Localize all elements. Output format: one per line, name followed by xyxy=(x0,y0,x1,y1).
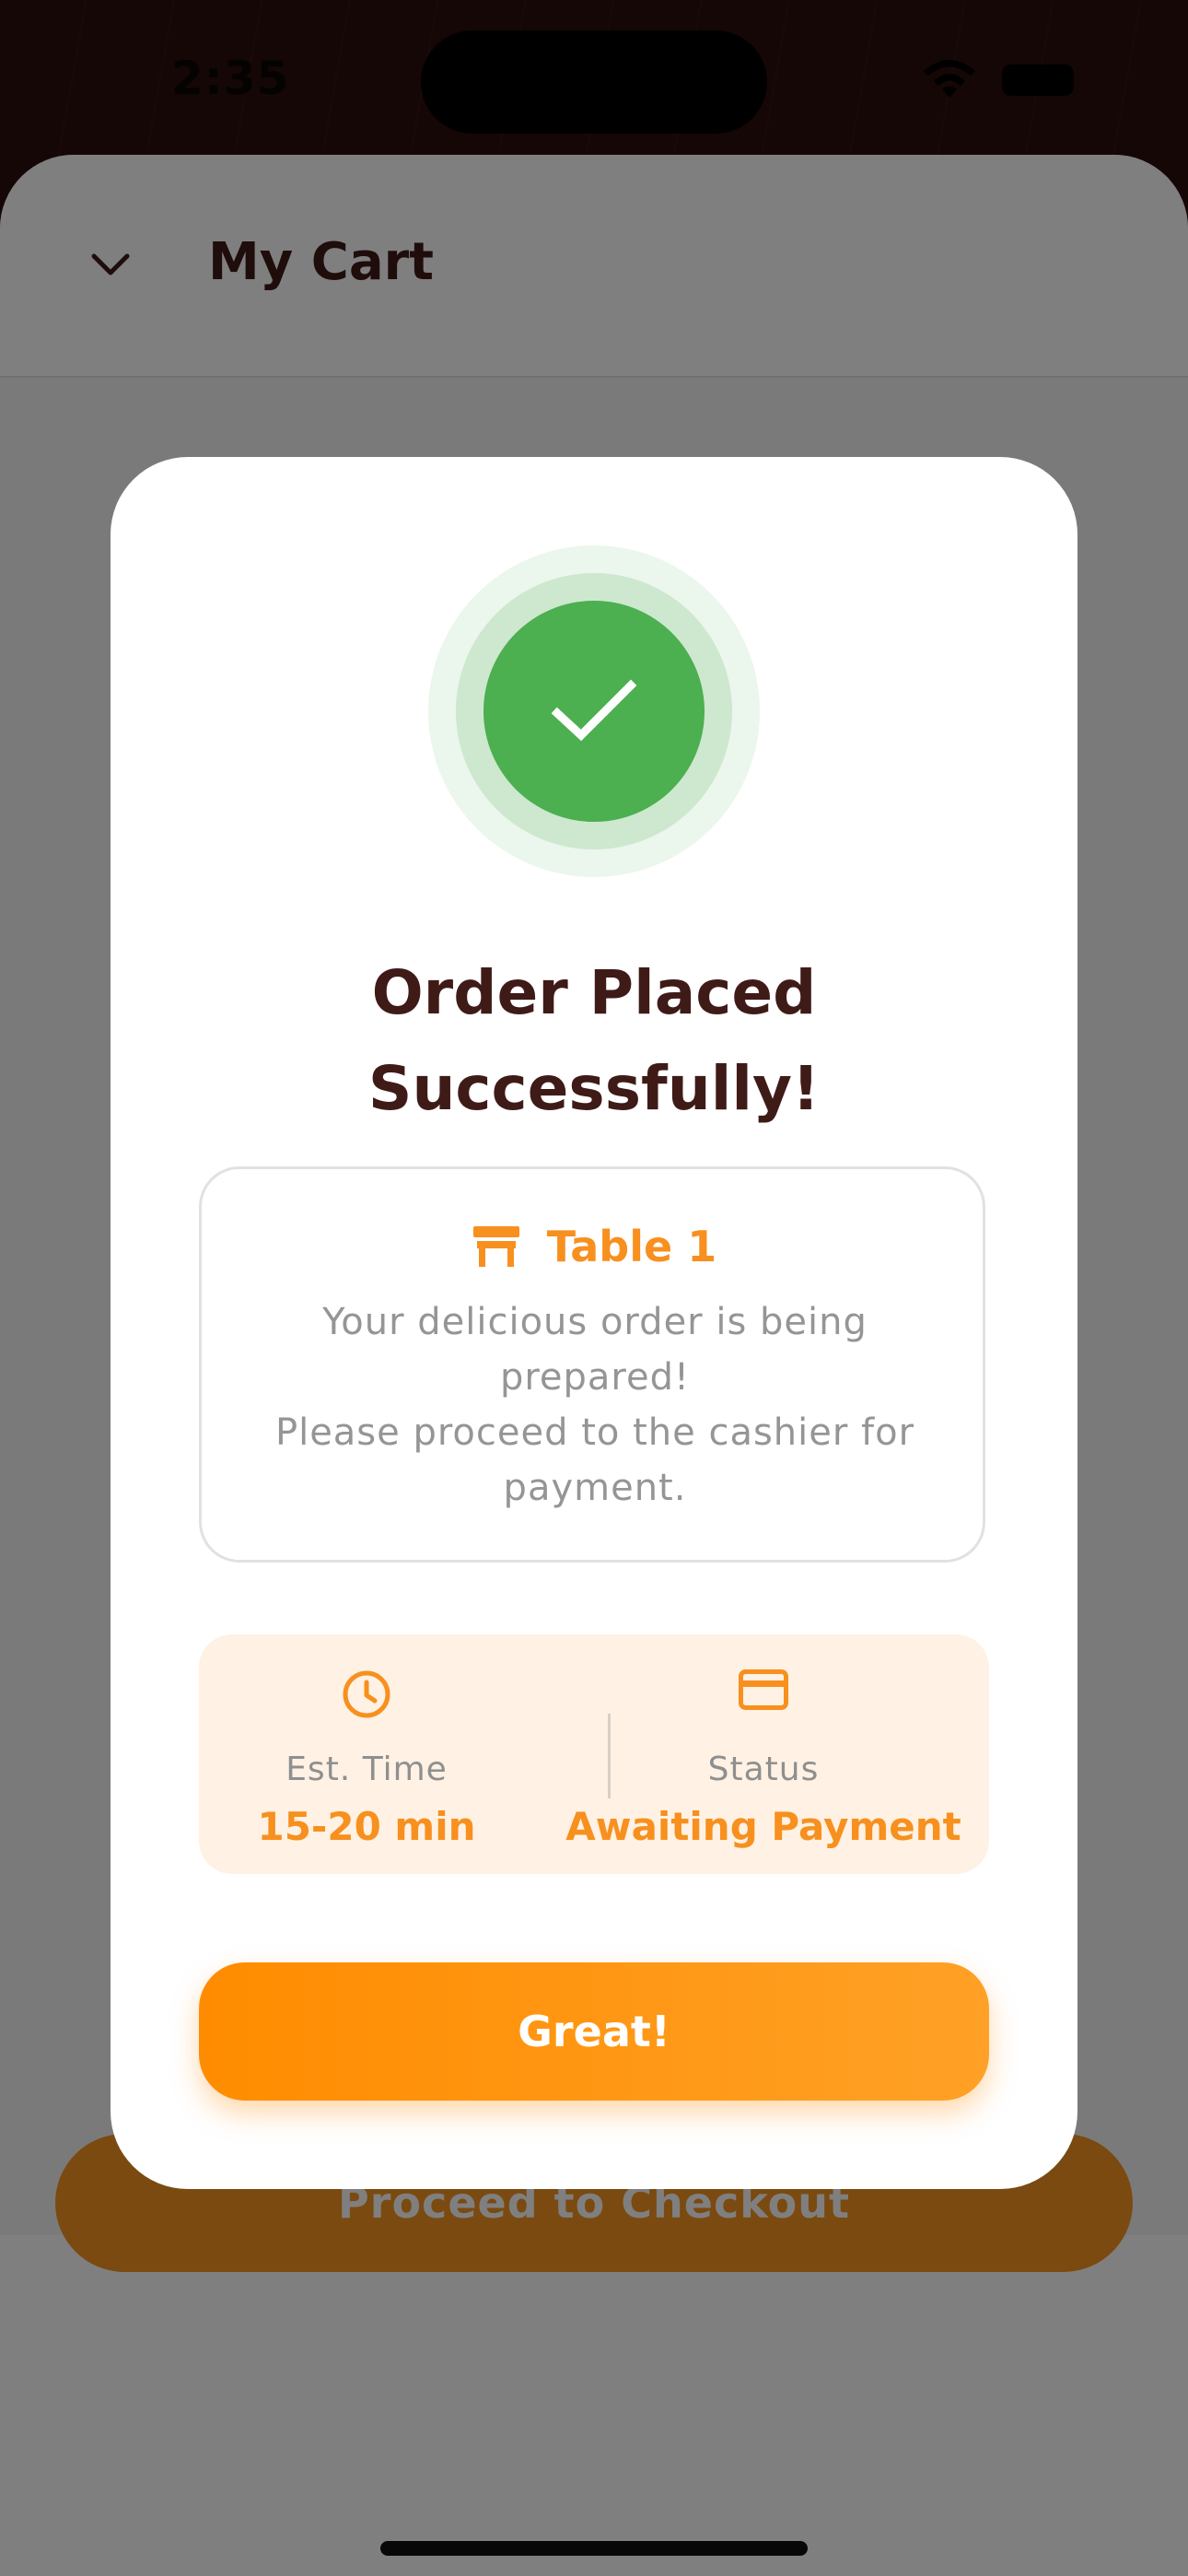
credit-card-icon xyxy=(739,1669,788,1710)
order-stats: Est. Time 15-20 min Status Awaiting Paym… xyxy=(199,1634,989,1874)
table-label: Table 1 xyxy=(546,1222,717,1271)
order-message-line-2: Please proceed to the cashier for paymen… xyxy=(274,1411,915,1509)
dialog-title-line-2: Successfully! xyxy=(367,1053,821,1124)
order-message-line-1: Your delicious order is being prepared! xyxy=(322,1301,868,1399)
clock-icon xyxy=(343,1670,390,1718)
status-value: Awaiting Payment xyxy=(565,1804,961,1849)
success-badge xyxy=(483,601,705,822)
dialog-title-line-1: Order Placed xyxy=(371,957,817,1028)
est-time-value: 15-20 min xyxy=(257,1804,476,1849)
table-row: Table 1 xyxy=(202,1219,988,1274)
order-message: Your delicious order is being prepared! … xyxy=(257,1294,933,1516)
status-label: Status xyxy=(707,1751,820,1788)
checkmark-icon xyxy=(551,679,637,742)
status-stat: Status Awaiting Payment xyxy=(538,1634,989,1874)
est-time-stat: Est. Time 15-20 min xyxy=(199,1634,534,1874)
screen: 2:35 My Cart Proceed to Checkout Order P… xyxy=(0,0,1188,2576)
table-icon xyxy=(472,1226,519,1267)
great-button[interactable]: Great! xyxy=(199,1962,989,2101)
order-info-card: Table 1 Your delicious order is being pr… xyxy=(199,1166,985,1563)
est-time-label: Est. Time xyxy=(285,1751,448,1788)
order-success-dialog: Order Placed Successfully! Table 1 Your … xyxy=(111,457,1077,2189)
dialog-title: Order Placed Successfully! xyxy=(166,945,1022,1137)
